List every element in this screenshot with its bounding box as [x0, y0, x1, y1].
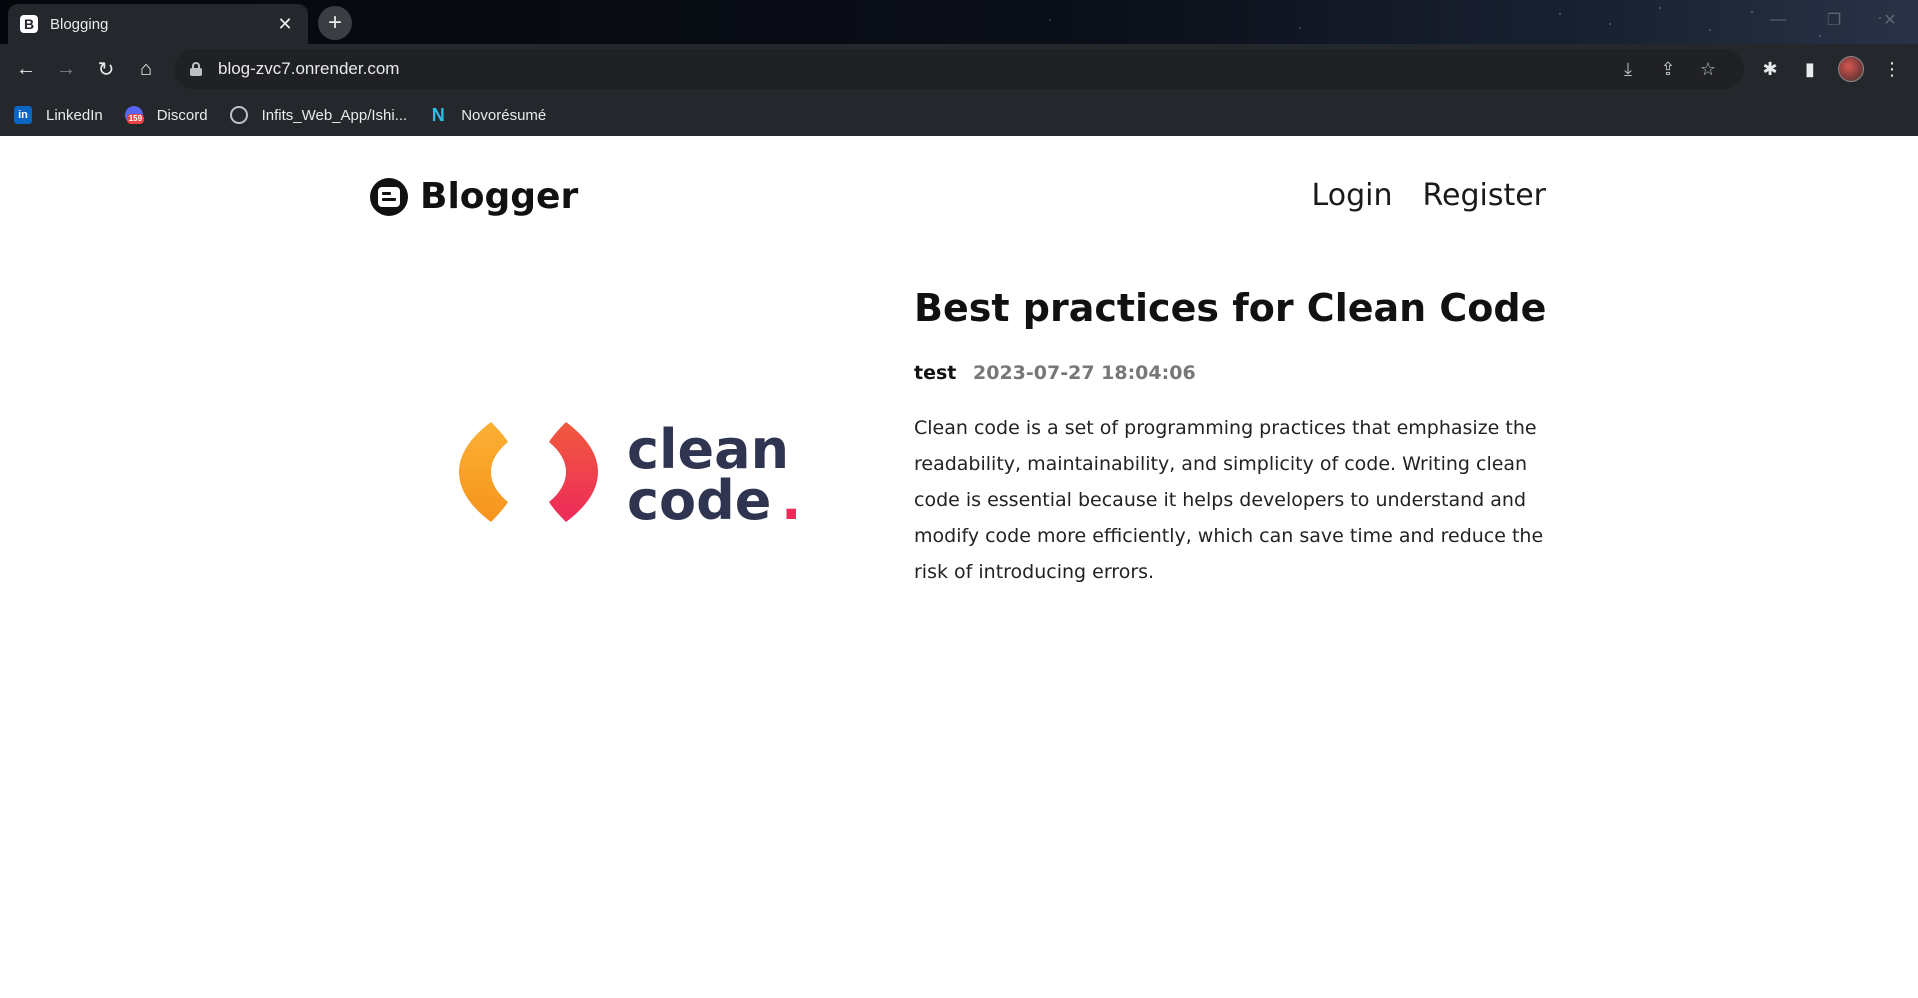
brand-name: Blogger [420, 176, 579, 217]
bookmark-label: Discord [156, 106, 208, 124]
clean-code-logo-image: clean code . [459, 418, 802, 532]
pink-bracket-shape [549, 422, 598, 522]
post-article: Best practices for Clean Code test 2023-… [914, 286, 1554, 590]
linkedin-icon: in [14, 106, 32, 124]
back-arrow-icon[interactable]: ← [10, 53, 42, 85]
bookmarks-bar: in LinkedIn 159 Discord Infits_Web_App/I… [0, 94, 1918, 136]
window-controls: — ❐ ✕ [1750, 0, 1918, 40]
post-author: test [914, 361, 957, 384]
post-meta: test 2023-07-27 18:04:06 [914, 362, 1554, 384]
github-icon [229, 106, 248, 124]
bookmark-linkedin[interactable]: in LinkedIn [14, 106, 103, 124]
tab-strip: B Blogging ✕ + — ❐ ✕ [0, 0, 1918, 44]
site-nav: Login Register [1282, 178, 1546, 213]
bookmark-github[interactable]: Infits_Web_App/Ishi... [229, 106, 408, 124]
close-window-icon[interactable]: ✕ [1862, 0, 1918, 40]
browser-tab[interactable]: B Blogging ✕ [8, 4, 308, 44]
profile-avatar[interactable] [1838, 56, 1864, 82]
minimize-icon[interactable]: — [1750, 0, 1806, 40]
side-panel-icon[interactable]: ▮ [1794, 53, 1826, 85]
browser-toolbar: ← → ↻ ⌂ blog-zvc7.onrender.com ⤓ ⇪ ☆ ✱ ▮… [0, 44, 1918, 94]
address-bar[interactable]: blog-zvc7.onrender.com ⤓ ⇪ ☆ [174, 49, 1744, 89]
bookmark-label: Infits_Web_App/Ishi... [261, 106, 408, 124]
bookmark-novoresume[interactable]: N Novorésumé [429, 104, 547, 125]
menu-icon[interactable]: ⋮ [1876, 53, 1908, 85]
reload-icon[interactable]: ↻ [90, 53, 122, 85]
bookmark-discord[interactable]: 159 Discord [124, 106, 208, 124]
bookmark-label: Novorésumé [461, 106, 547, 124]
logo-word-code: code [627, 469, 771, 532]
new-tab-button[interactable]: + [318, 6, 352, 40]
maximize-icon[interactable]: ❐ [1806, 0, 1862, 40]
install-app-icon[interactable]: ⤓ [1608, 59, 1648, 80]
tab-title: Blogging [50, 15, 109, 33]
bookmark-label: LinkedIn [46, 106, 103, 124]
notification-badge: 159 [126, 114, 145, 124]
forward-arrow-icon[interactable]: → [50, 53, 82, 85]
post-date: 2023-07-27 18:04:06 [973, 361, 1196, 384]
bookmark-star-icon[interactable]: ☆ [1688, 59, 1728, 80]
blogger-logo-icon [370, 177, 408, 216]
site-header: Blogger Login Register [370, 176, 1546, 226]
page-content: Blogger Login Register clean code . Best… [0, 136, 1918, 998]
login-link[interactable]: Login [1312, 178, 1393, 213]
lock-icon[interactable] [190, 62, 202, 76]
register-link[interactable]: Register [1422, 178, 1546, 213]
post-body: Clean code is a set of programming pract… [914, 416, 1544, 583]
url-text[interactable]: blog-zvc7.onrender.com [218, 59, 1608, 79]
novoresume-icon: N [431, 104, 445, 125]
logo-dot: . [781, 469, 802, 532]
post-title: Best practices for Clean Code [914, 286, 1547, 330]
discord-icon: 159 [124, 106, 145, 124]
tab-close-icon[interactable]: ✕ [274, 14, 296, 35]
home-icon[interactable]: ⌂ [130, 53, 162, 85]
browser-chrome: B Blogging ✕ + — ❐ ✕ ← → ↻ ⌂ blog-zvc7.o… [0, 0, 1918, 136]
orange-bracket-shape [459, 422, 508, 522]
share-icon[interactable]: ⇪ [1648, 59, 1688, 80]
brand[interactable]: Blogger [370, 176, 578, 217]
extensions-icon[interactable]: ✱ [1754, 53, 1786, 85]
blogger-favicon-icon: B [20, 15, 38, 33]
